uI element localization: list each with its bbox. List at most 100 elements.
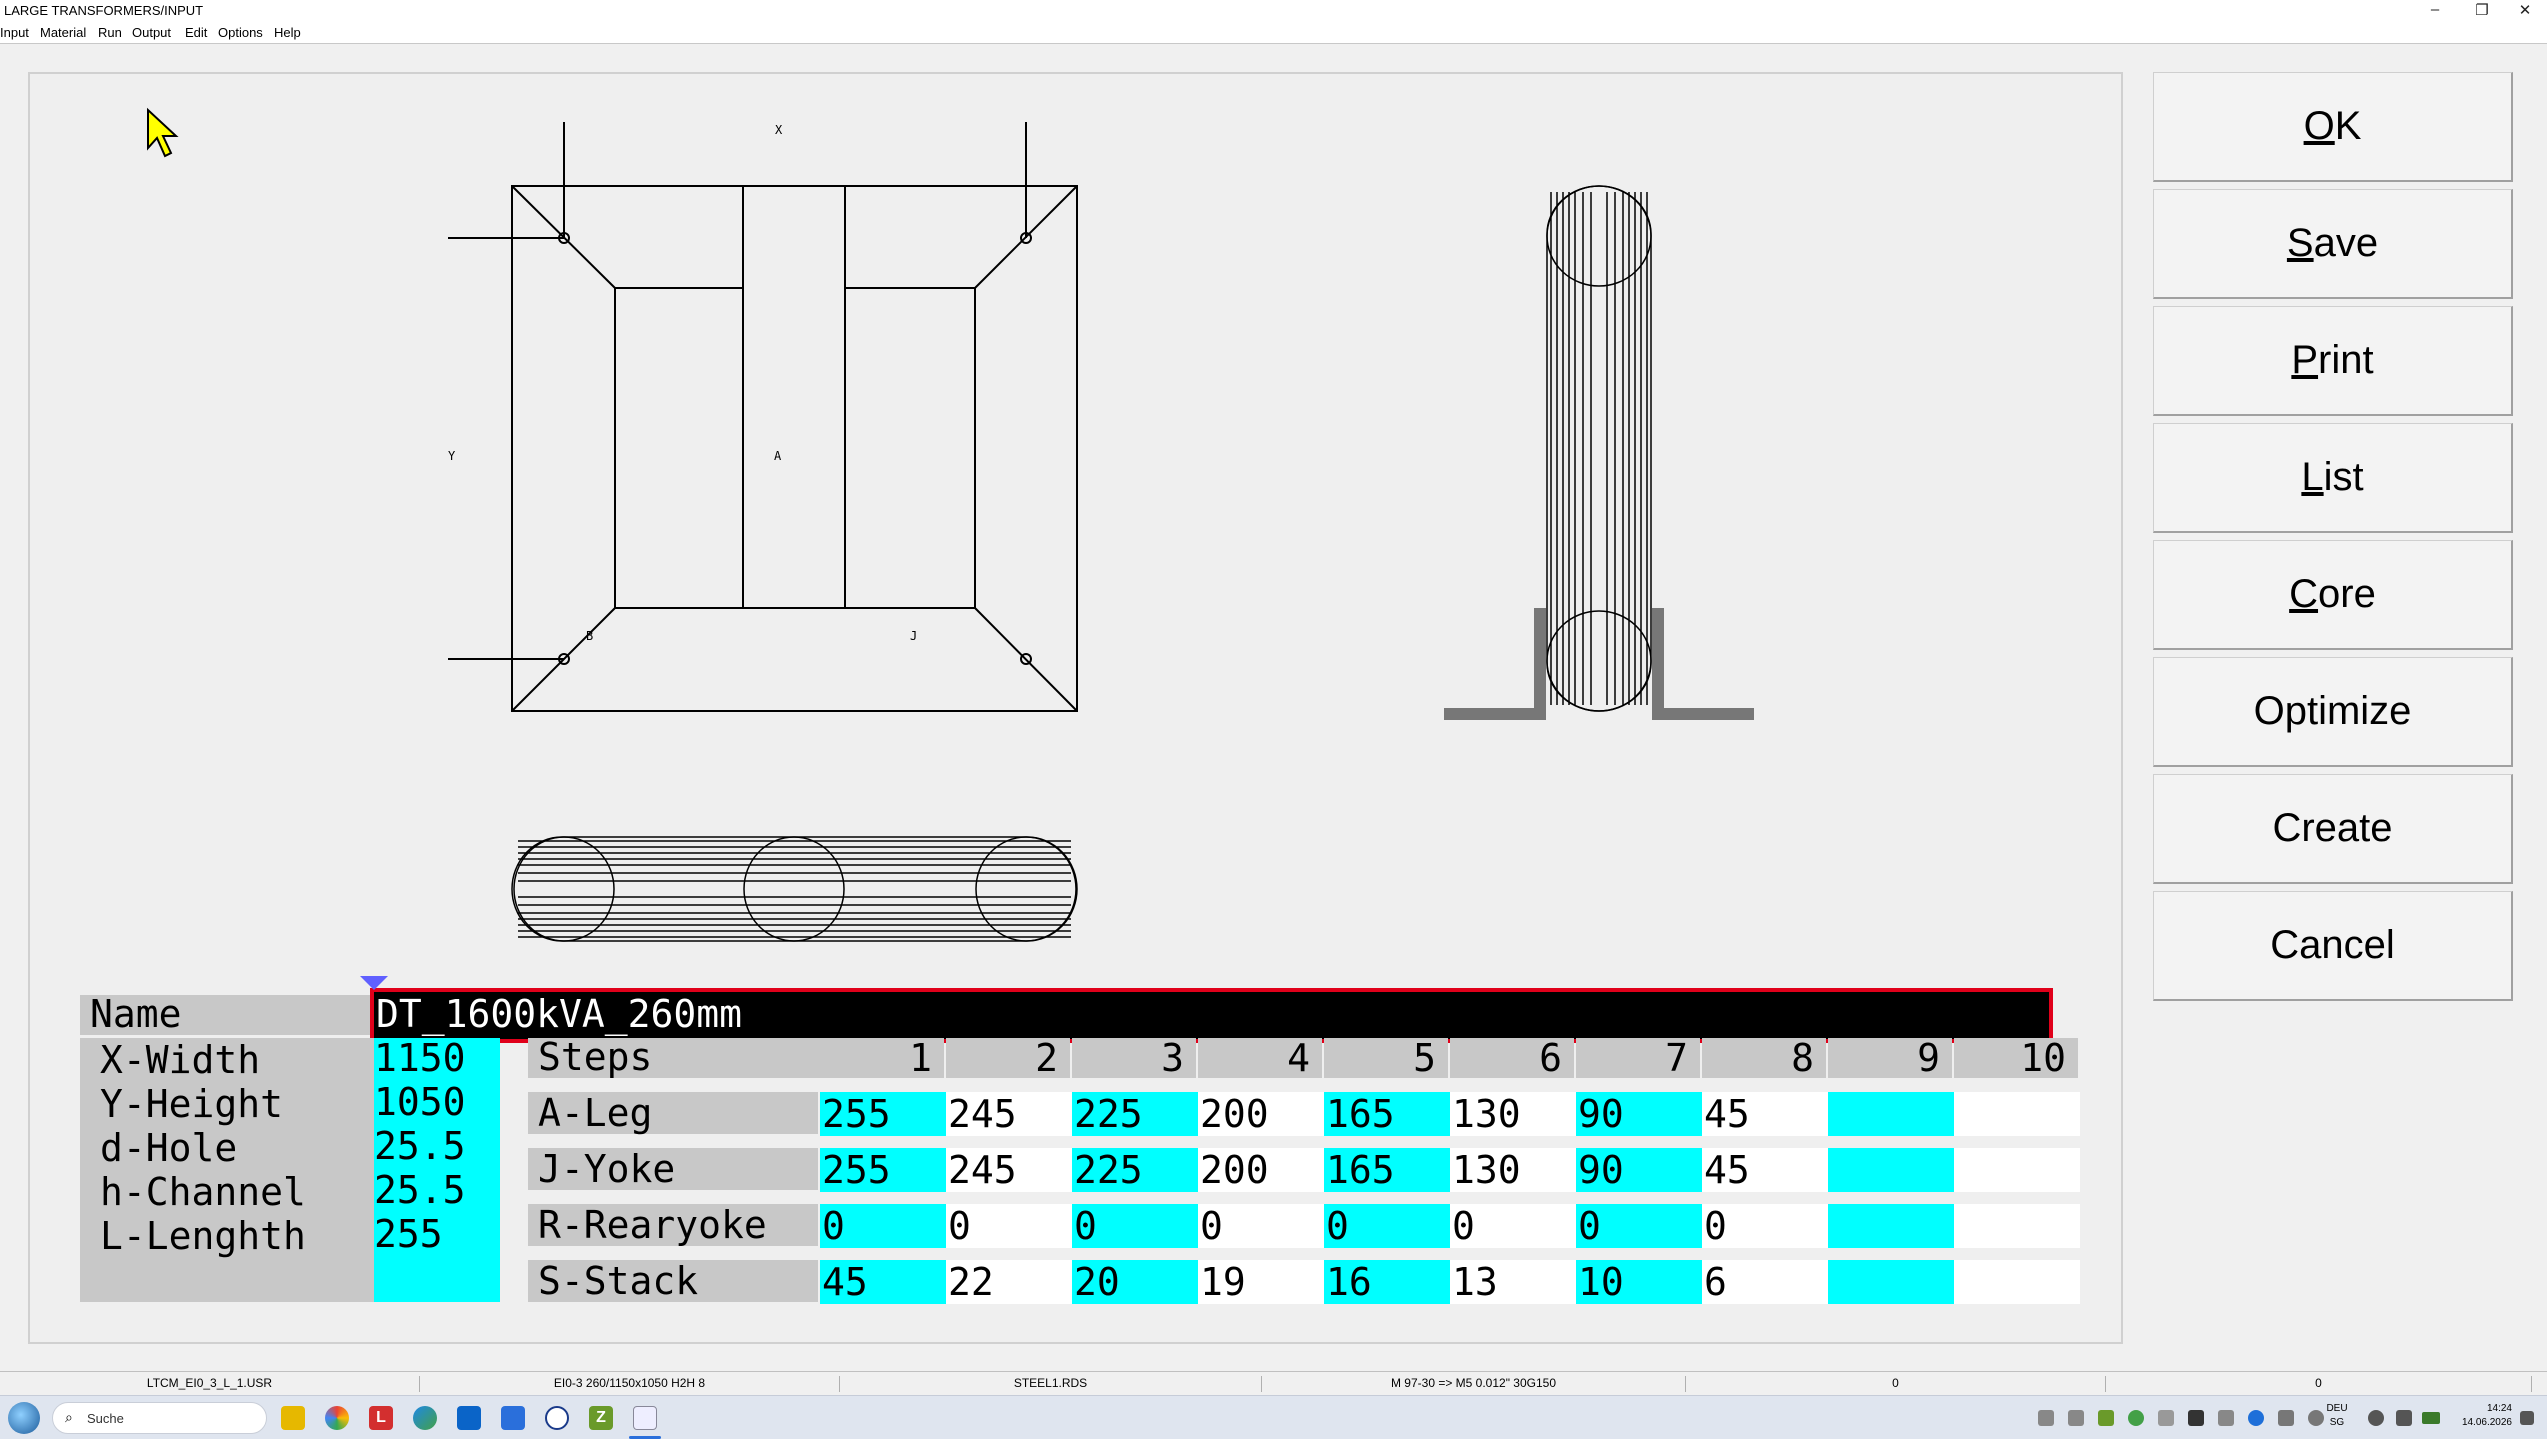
- tray-overflow-icon[interactable]: [2038, 1410, 2054, 1426]
- steps-cell[interactable]: 6: [1702, 1260, 1828, 1304]
- steps-cell[interactable]: 165: [1324, 1148, 1450, 1192]
- battery-icon[interactable]: [2422, 1412, 2440, 1424]
- tray-app-icon-4[interactable]: [2158, 1410, 2174, 1426]
- optimize-button[interactable]: Optimize: [2153, 657, 2513, 767]
- steps-cell[interactable]: [1828, 1148, 1954, 1192]
- steps-cell[interactable]: 0: [1450, 1204, 1576, 1248]
- core-button[interactable]: Core: [2153, 540, 2513, 650]
- steps-cell[interactable]: 45: [1702, 1092, 1828, 1136]
- steps-cell[interactable]: 130: [1450, 1148, 1576, 1192]
- menu-output[interactable]: Output: [132, 25, 171, 40]
- create-button[interactable]: Create: [2153, 774, 2513, 884]
- status-material: M 97-30 => M5 0.012" 30G150: [1262, 1376, 1686, 1392]
- list-button[interactable]: List: [2153, 423, 2513, 533]
- steps-cell[interactable]: 16: [1324, 1260, 1450, 1304]
- steps-cell[interactable]: 200: [1198, 1148, 1324, 1192]
- steps-cell[interactable]: 10: [1576, 1260, 1702, 1304]
- menu-options[interactable]: Options: [218, 25, 263, 40]
- steps-cell[interactable]: [1828, 1260, 1954, 1304]
- file-explorer-icon[interactable]: [281, 1406, 305, 1430]
- save-button-label: ave: [2313, 221, 2379, 265]
- channel-left-upright: [1534, 608, 1546, 720]
- tray-app-icon-2[interactable]: [2098, 1410, 2114, 1426]
- app-l-icon[interactable]: L: [369, 1406, 393, 1430]
- menu-help[interactable]: Help: [274, 25, 301, 40]
- language-sub: SG: [2329, 1417, 2345, 1428]
- status-user-file: LTCM_EI0_3_L_1.USR: [0, 1376, 420, 1392]
- steps-cell[interactable]: 255: [820, 1092, 946, 1136]
- steps-cell[interactable]: 0: [820, 1204, 946, 1248]
- wifi-icon[interactable]: [2368, 1410, 2384, 1426]
- store-icon[interactable]: [501, 1406, 525, 1430]
- param-value-d-hole[interactable]: 25.5: [374, 1124, 466, 1168]
- active-app-icon[interactable]: [633, 1406, 657, 1430]
- outlook-icon[interactable]: [457, 1406, 481, 1430]
- create-button-label: Create: [2272, 806, 2393, 850]
- bluetooth-icon[interactable]: [2248, 1410, 2264, 1426]
- param-value-x-width[interactable]: 1150: [374, 1036, 466, 1080]
- maximize-button[interactable]: ❐: [2462, 1, 2502, 21]
- steps-cell[interactable]: 130: [1450, 1092, 1576, 1136]
- steps-cell[interactable]: 0: [1576, 1204, 1702, 1248]
- steps-cell[interactable]: 0: [1198, 1204, 1324, 1248]
- menu-edit[interactable]: Edit: [185, 25, 207, 40]
- steps-cell[interactable]: 225: [1072, 1148, 1198, 1192]
- volume-icon[interactable]: [2396, 1410, 2412, 1426]
- save-button[interactable]: Save: [2153, 189, 2513, 299]
- app-z-icon[interactable]: Z: [589, 1406, 613, 1430]
- cancel-button[interactable]: Cancel: [2153, 891, 2513, 1001]
- ok-button[interactable]: OK: [2153, 72, 2513, 182]
- steps-cell[interactable]: 45: [820, 1260, 946, 1304]
- param-value-y-height[interactable]: 1050: [374, 1080, 466, 1124]
- menu-material[interactable]: Material: [40, 25, 86, 40]
- steps-cell[interactable]: [1954, 1204, 2080, 1248]
- steps-cell[interactable]: [1954, 1260, 2080, 1304]
- notification-icon[interactable]: [2520, 1411, 2534, 1425]
- app-circle-icon[interactable]: [545, 1406, 569, 1430]
- param-value-h-channel[interactable]: 25.5: [374, 1168, 466, 1212]
- steps-cell[interactable]: 165: [1324, 1092, 1450, 1136]
- steps-cell[interactable]: 13: [1450, 1260, 1576, 1304]
- save-button-mnemonic: S: [2286, 221, 2314, 265]
- channel-left-base: [1444, 708, 1546, 720]
- steps-cell[interactable]: 90: [1576, 1092, 1702, 1136]
- language-indicator[interactable]: DEU SG: [2322, 1402, 2352, 1430]
- steps-cell[interactable]: 19: [1198, 1260, 1324, 1304]
- print-button[interactable]: Print: [2153, 306, 2513, 416]
- steps-cell[interactable]: 20: [1072, 1260, 1198, 1304]
- steps-cell[interactable]: [1828, 1204, 1954, 1248]
- search-icon: ⌕: [65, 1409, 73, 1425]
- steps-cell[interactable]: 90: [1576, 1148, 1702, 1192]
- steps-cell[interactable]: 22: [946, 1260, 1072, 1304]
- tray-app-icon-5[interactable]: [2188, 1410, 2204, 1426]
- steps-cell[interactable]: 255: [820, 1148, 946, 1192]
- close-button[interactable]: ✕: [2505, 1, 2545, 21]
- start-button-icon[interactable]: [8, 1402, 40, 1434]
- steps-cell[interactable]: 0: [946, 1204, 1072, 1248]
- tray-app-icon-6[interactable]: [2218, 1410, 2234, 1426]
- steps-cell[interactable]: [1954, 1148, 2080, 1192]
- steps-cell[interactable]: [1954, 1092, 2080, 1136]
- steps-cell[interactable]: 245: [946, 1148, 1072, 1192]
- menu-run[interactable]: Run: [98, 25, 122, 40]
- steps-cell[interactable]: 0: [1324, 1204, 1450, 1248]
- browser-icon[interactable]: [325, 1406, 349, 1430]
- minimize-button[interactable]: –: [2415, 1, 2455, 21]
- edge-icon[interactable]: [413, 1406, 437, 1430]
- taskbar-search[interactable]: ⌕ Suche: [52, 1402, 267, 1434]
- clock[interactable]: 14:24 14.06.2026: [2440, 1402, 2512, 1430]
- param-value-l-length[interactable]: 255: [374, 1212, 443, 1256]
- steps-cell[interactable]: 225: [1072, 1092, 1198, 1136]
- steps-column-header: 6: [1450, 1038, 1574, 1078]
- label-x: X: [775, 123, 783, 137]
- steps-cell[interactable]: 245: [946, 1092, 1072, 1136]
- steps-cell[interactable]: 45: [1702, 1148, 1828, 1192]
- tray-app-icon-7[interactable]: [2278, 1410, 2294, 1426]
- tray-app-icon-1[interactable]: [2068, 1410, 2084, 1426]
- steps-cell[interactable]: [1828, 1092, 1954, 1136]
- steps-cell[interactable]: 0: [1072, 1204, 1198, 1248]
- steps-cell[interactable]: 200: [1198, 1092, 1324, 1136]
- steps-cell[interactable]: 0: [1702, 1204, 1828, 1248]
- menu-input[interactable]: Input: [0, 25, 29, 40]
- tray-app-icon-3[interactable]: [2128, 1410, 2144, 1426]
